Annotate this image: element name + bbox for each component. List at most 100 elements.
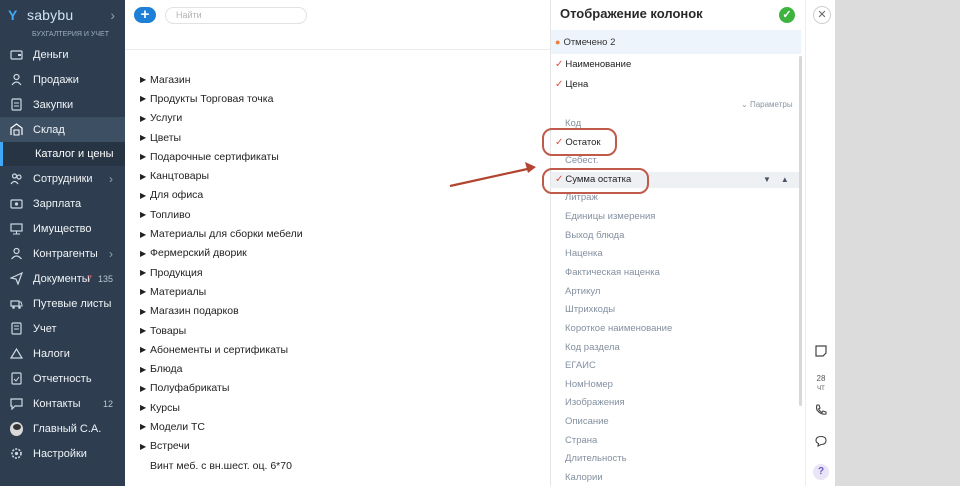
sidebar-item-settings[interactable]: Настройки bbox=[0, 441, 125, 466]
move-down-icon[interactable]: ▼ bbox=[763, 175, 781, 184]
folder-label: Материалы для сборки мебели bbox=[150, 228, 303, 241]
sidebar-item-user[interactable]: Главный С.А. bbox=[0, 416, 125, 441]
calendar-icon[interactable]: 28 ЧТ bbox=[813, 374, 829, 392]
expand-triangle-icon[interactable]: ▶ bbox=[140, 75, 150, 84]
params-toggle[interactable]: ⌄ Параметры bbox=[741, 100, 793, 109]
chat-icon[interactable] bbox=[813, 435, 829, 451]
folder-label: Для офиса bbox=[150, 189, 204, 202]
expand-triangle-icon[interactable]: ▶ bbox=[140, 307, 150, 316]
folder-item[interactable]: ▶ Модели ТС bbox=[140, 417, 303, 436]
sidebar-item-salary[interactable]: Зарплата bbox=[0, 191, 125, 216]
brand[interactable]: Y sabybu › bbox=[0, 0, 125, 30]
sidebar-item-counterparties[interactable]: Контрагенты › bbox=[0, 241, 125, 266]
phone-icon[interactable] bbox=[813, 404, 829, 420]
expand-triangle-icon[interactable]: ▶ bbox=[140, 403, 150, 412]
folder-item[interactable]: ▶ Услуги bbox=[140, 109, 303, 128]
search-input[interactable]: Найти bbox=[165, 7, 307, 24]
add-button[interactable]: + bbox=[134, 7, 156, 23]
folder-item[interactable]: ▶ Фермерский дворик bbox=[140, 244, 303, 263]
expand-triangle-icon[interactable]: ▶ bbox=[140, 210, 150, 219]
expand-triangle-icon[interactable]: ▶ bbox=[140, 133, 150, 142]
sidebar-item-money[interactable]: Деньги bbox=[0, 42, 125, 67]
folder-item[interactable]: ▶ Для офиса bbox=[140, 186, 303, 205]
column-option[interactable]: Калории bbox=[555, 470, 603, 486]
sidebar-item-accounting[interactable]: Учет bbox=[0, 316, 125, 341]
note-icon[interactable] bbox=[813, 345, 829, 361]
sidebar-item-warehouse[interactable]: Склад bbox=[0, 117, 125, 142]
expand-triangle-icon[interactable]: ▶ bbox=[140, 172, 150, 181]
column-option-fixed[interactable]: ✓ Наименование bbox=[555, 57, 631, 73]
sidebar-item-employees[interactable]: Сотрудники › bbox=[0, 166, 125, 191]
sidebar-item-contacts[interactable]: Контакты 12 bbox=[0, 391, 125, 416]
folder-item[interactable]: ▶ Встречи bbox=[140, 437, 303, 456]
folder-item[interactable]: ▶ Курсы bbox=[140, 398, 303, 417]
folder-item[interactable]: ▶ Канцтовары bbox=[140, 166, 303, 185]
sidebar-item-label: Документы bbox=[33, 272, 90, 285]
sidebar-item-purchases[interactable]: Закупки bbox=[0, 92, 125, 117]
column-option[interactable]: Фактическая наценка bbox=[555, 265, 660, 281]
help-button[interactable]: ? bbox=[813, 464, 829, 480]
sidebar-item-property[interactable]: Имущество bbox=[0, 216, 125, 241]
column-option[interactable]: Описание bbox=[555, 414, 609, 430]
column-option[interactable]: НомНомер bbox=[555, 377, 613, 393]
column-option-fixed[interactable]: ✓ Цена bbox=[555, 77, 588, 93]
reorder-arrows[interactable]: ▼▲ bbox=[763, 172, 799, 188]
sidebar-item-taxes[interactable]: Налоги bbox=[0, 341, 125, 366]
expand-triangle-icon[interactable]: ▶ bbox=[140, 345, 150, 354]
column-option[interactable]: Изображения bbox=[555, 395, 625, 411]
sidebar-item-documents[interactable]: Документы 7 135 bbox=[0, 266, 125, 291]
column-option[interactable]: Короткое наименование bbox=[555, 321, 672, 337]
expand-triangle-icon[interactable]: ▶ bbox=[140, 442, 150, 451]
column-option[interactable]: Штрихкоды bbox=[555, 302, 615, 318]
close-button[interactable]: ✕ bbox=[813, 6, 831, 24]
folder-item[interactable]: ▶ Топливо bbox=[140, 205, 303, 224]
expand-triangle-icon[interactable]: ▶ bbox=[140, 249, 150, 258]
folder-item[interactable]: ▶ Материалы для сборки мебели bbox=[140, 224, 303, 243]
column-option[interactable]: Выход блюда bbox=[555, 228, 624, 244]
chevron-right-icon[interactable]: › bbox=[110, 7, 115, 23]
folder-item[interactable]: ▶ Материалы bbox=[140, 282, 303, 301]
selected-count[interactable]: ● Отмечено 2 bbox=[551, 30, 801, 54]
expand-triangle-icon[interactable]: ▶ bbox=[140, 326, 150, 335]
expand-triangle-icon[interactable]: ▶ bbox=[140, 365, 150, 374]
folder-label: Модели ТС bbox=[150, 420, 205, 433]
sidebar-item-sales[interactable]: Продажи bbox=[0, 67, 125, 92]
sidebar-subitem-catalog[interactable]: Каталог и цены bbox=[0, 142, 125, 166]
expand-triangle-icon[interactable]: ▶ bbox=[140, 230, 150, 239]
folder-item[interactable]: ▶ Блюда bbox=[140, 359, 303, 378]
column-option[interactable]: Длительность bbox=[555, 451, 627, 467]
folder-item[interactable]: ▶ Подарочные сертификаты bbox=[140, 147, 303, 166]
folder-item[interactable]: ▶ Магазин bbox=[140, 70, 303, 89]
expand-triangle-icon[interactable]: ▶ bbox=[140, 384, 150, 393]
folder-item[interactable]: ▶ Магазин подарков bbox=[140, 302, 303, 321]
folder-item[interactable]: ▶ Абонементы и сертификаты bbox=[140, 340, 303, 359]
folder-item[interactable]: ▶ Цветы bbox=[140, 128, 303, 147]
confirm-button[interactable]: ✓ bbox=[779, 7, 795, 23]
expand-triangle-icon[interactable]: ▶ bbox=[140, 422, 150, 431]
sidebar-item-reports[interactable]: Отчетность bbox=[0, 366, 125, 391]
move-up-icon[interactable]: ▲ bbox=[781, 175, 799, 184]
counterparties-icon bbox=[10, 247, 23, 260]
column-option[interactable]: Страна bbox=[555, 433, 597, 449]
expand-triangle-icon[interactable]: ▶ bbox=[140, 152, 150, 161]
column-option[interactable]: Наценка bbox=[555, 246, 603, 262]
scrollbar[interactable] bbox=[799, 56, 802, 406]
sidebar-item-waybills[interactable]: Путевые листы bbox=[0, 291, 125, 316]
expand-triangle-icon[interactable]: ▶ bbox=[140, 268, 150, 277]
column-option[interactable]: Код раздела bbox=[555, 340, 620, 356]
folder-item[interactable]: ▶ Товары bbox=[140, 321, 303, 340]
expand-triangle-icon[interactable]: ▶ bbox=[140, 114, 150, 123]
expand-triangle-icon[interactable]: ▶ bbox=[140, 94, 150, 103]
expand-triangle-icon[interactable]: ▶ bbox=[140, 191, 150, 200]
column-option[interactable]: ЕГАИС bbox=[555, 358, 596, 374]
folder-label: Магазин подарков bbox=[150, 305, 239, 318]
folder-item[interactable]: ▶ Полуфабрикаты bbox=[140, 379, 303, 398]
product-item[interactable]: Винт меб. с вн.шест. оц. 6*70 bbox=[140, 456, 303, 475]
folder-label: Материалы bbox=[150, 285, 207, 298]
folder-item[interactable]: ▶ Продукция bbox=[140, 263, 303, 282]
folder-item[interactable]: ▶ Продукты Торговая точка bbox=[140, 89, 303, 108]
documents-icon bbox=[10, 272, 23, 285]
expand-triangle-icon[interactable]: ▶ bbox=[140, 287, 150, 296]
column-option[interactable]: Артикул bbox=[555, 284, 600, 300]
column-option[interactable]: Единицы измерения bbox=[555, 209, 655, 225]
